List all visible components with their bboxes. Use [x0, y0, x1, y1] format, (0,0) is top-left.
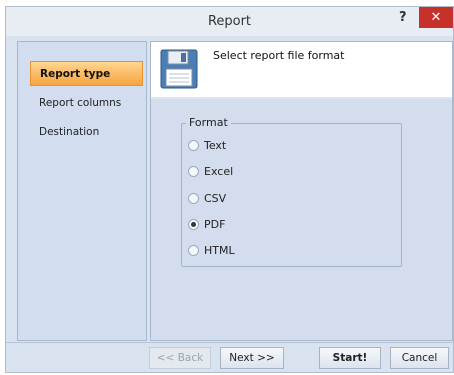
- radio-option-pdf[interactable]: PDF: [188, 216, 225, 232]
- radio-label: CSV: [204, 191, 227, 205]
- close-button[interactable]: ✕: [419, 7, 453, 28]
- format-group: Format Text Excel CSV PDF HTML: [181, 116, 402, 267]
- step-title: Select report file format: [213, 49, 345, 62]
- sidebar-item-destination[interactable]: Destination: [30, 119, 143, 144]
- sidebar-item-label: Report type: [40, 67, 111, 80]
- start-button[interactable]: Start!: [319, 347, 381, 369]
- main-panel: Select report file format Format Text Ex…: [150, 41, 453, 341]
- sidebar-item-label: Destination: [39, 125, 100, 138]
- radio-option-html[interactable]: HTML: [188, 242, 235, 258]
- format-legend: Format: [186, 116, 231, 129]
- format-body: Format Text Excel CSV PDF HTML: [151, 99, 452, 340]
- button-bar: << Back Next >> Start! Cancel: [6, 342, 453, 372]
- radio-button-selected[interactable]: [188, 218, 199, 230]
- help-button[interactable]: ?: [399, 10, 407, 25]
- sidebar-item-label: Report columns: [39, 96, 122, 109]
- radio-button[interactable]: [188, 244, 199, 256]
- step-header: Select report file format: [151, 42, 452, 97]
- radio-label: HTML: [204, 243, 235, 257]
- radio-button[interactable]: [188, 165, 199, 177]
- radio-option-csv[interactable]: CSV: [188, 190, 226, 206]
- radio-label: PDF: [204, 217, 226, 231]
- back-button[interactable]: << Back: [149, 347, 211, 369]
- radio-button[interactable]: [188, 192, 199, 204]
- report-dialog: Report ? ✕ Report type Report columns De…: [5, 6, 454, 373]
- sidebar-item-report-type[interactable]: Report type: [30, 61, 143, 86]
- radio-option-excel[interactable]: Excel: [188, 163, 233, 179]
- window-title: Report: [207, 14, 252, 29]
- radio-label: Excel: [204, 164, 234, 178]
- next-button[interactable]: Next >>: [220, 347, 284, 369]
- floppy-disk-icon: [160, 49, 198, 89]
- radio-button[interactable]: [188, 139, 199, 151]
- radio-label: Text: [204, 138, 227, 152]
- sidebar-item-report-columns[interactable]: Report columns: [30, 90, 143, 115]
- title-bar: Report ? ✕: [6, 7, 453, 36]
- cancel-button[interactable]: Cancel: [390, 347, 449, 369]
- radio-option-text[interactable]: Text: [188, 137, 226, 153]
- wizard-steps-sidebar: Report type Report columns Destination: [17, 41, 147, 341]
